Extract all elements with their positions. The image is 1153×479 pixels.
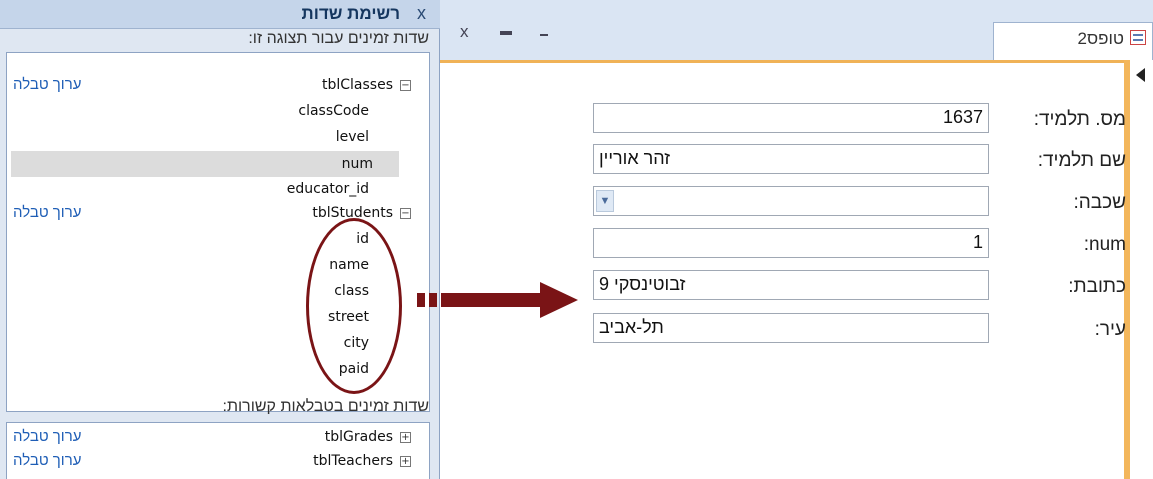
student-id-label: מס. תלמיד: <box>1033 109 1126 130</box>
collapse-icon[interactable]: − <box>400 208 411 219</box>
num-input[interactable]: 1 <box>593 228 989 258</box>
city-label: עיר: <box>1094 319 1126 340</box>
field-name[interactable]: educator_id <box>287 181 369 197</box>
tab-label: טופס2 <box>1077 29 1125 48</box>
available-fields-heading: שדות זמינים עבור תצוגה זו: <box>248 30 429 47</box>
field-item-selected[interactable]: num <box>11 151 399 177</box>
edit-table-link[interactable]: ערוך טבלה <box>13 204 81 221</box>
annotation-ellipse <box>306 218 402 394</box>
field-name[interactable]: level <box>336 129 369 145</box>
num-label: num: <box>1083 234 1126 255</box>
table-name[interactable]: tblTeachers <box>313 453 393 469</box>
tab-form2[interactable]: טופס2 <box>993 22 1153 60</box>
table-row-tblteachers[interactable]: ערוך טבלה tblTeachers + <box>7 451 429 473</box>
expand-icon[interactable]: + <box>400 456 411 467</box>
student-name-input[interactable]: זהר אוריין <box>593 144 989 174</box>
table-name[interactable]: tblClasses <box>322 77 393 93</box>
field-item[interactable]: educator_id <box>7 179 429 201</box>
form-tabbar: x טופס2 <box>440 0 1153 61</box>
field-name[interactable]: classCode <box>298 103 369 119</box>
form-icon <box>1130 30 1146 45</box>
related-fields-heading: שדות זמינים בטבלאות קשורות: <box>222 398 429 415</box>
edit-table-link[interactable]: ערוך טבלה <box>13 452 81 469</box>
field-list-titlebar: רשימת שדות x <box>0 0 440 29</box>
student-name-label: שם תלמיד: <box>1037 150 1126 171</box>
grade-level-select[interactable]: י ▼ <box>593 186 989 216</box>
edit-table-link[interactable]: ערוך טבלה <box>13 76 81 93</box>
expand-icon[interactable]: + <box>400 432 411 443</box>
record-pointer-icon <box>1136 68 1145 82</box>
minimize-icon[interactable] <box>540 34 548 36</box>
city-input[interactable]: תל-אביב <box>593 313 989 343</box>
record-selector-strip <box>1130 60 1153 479</box>
address-label: כתובת: <box>1068 276 1126 297</box>
close-icon[interactable]: x <box>460 22 469 42</box>
close-icon[interactable]: x <box>417 3 426 24</box>
grade-level-label: שכבה: <box>1073 192 1126 213</box>
form-window: x טופס2 מס. תלמיד: 1637 שם תלמיד: זהר או… <box>440 0 1153 479</box>
field-item[interactable]: level <box>7 127 429 149</box>
edit-table-link[interactable]: ערוך טבלה <box>13 428 81 445</box>
address-input[interactable]: זבוטינסקי 9 <box>593 270 989 300</box>
collapse-icon[interactable]: − <box>400 80 411 91</box>
table-row-tblclasses[interactable]: ערוך טבלה tblClasses − <box>7 75 429 97</box>
table-row-tblgrades[interactable]: ערוך טבלה tblGrades + <box>7 427 429 449</box>
table-name[interactable]: tblGrades <box>325 429 393 445</box>
field-name[interactable]: num <box>342 156 373 172</box>
field-list-title: רשימת שדות <box>301 4 400 23</box>
restore-icon[interactable] <box>500 31 512 35</box>
related-fields-list[interactable]: ערוך טבלה tblGrades + ערוך טבלה tblTeach… <box>6 422 430 479</box>
chevron-down-icon[interactable]: ▼ <box>596 190 614 212</box>
annotation-arrow <box>417 282 578 318</box>
student-id-input[interactable]: 1637 <box>593 103 989 133</box>
field-item[interactable]: classCode <box>7 101 429 123</box>
